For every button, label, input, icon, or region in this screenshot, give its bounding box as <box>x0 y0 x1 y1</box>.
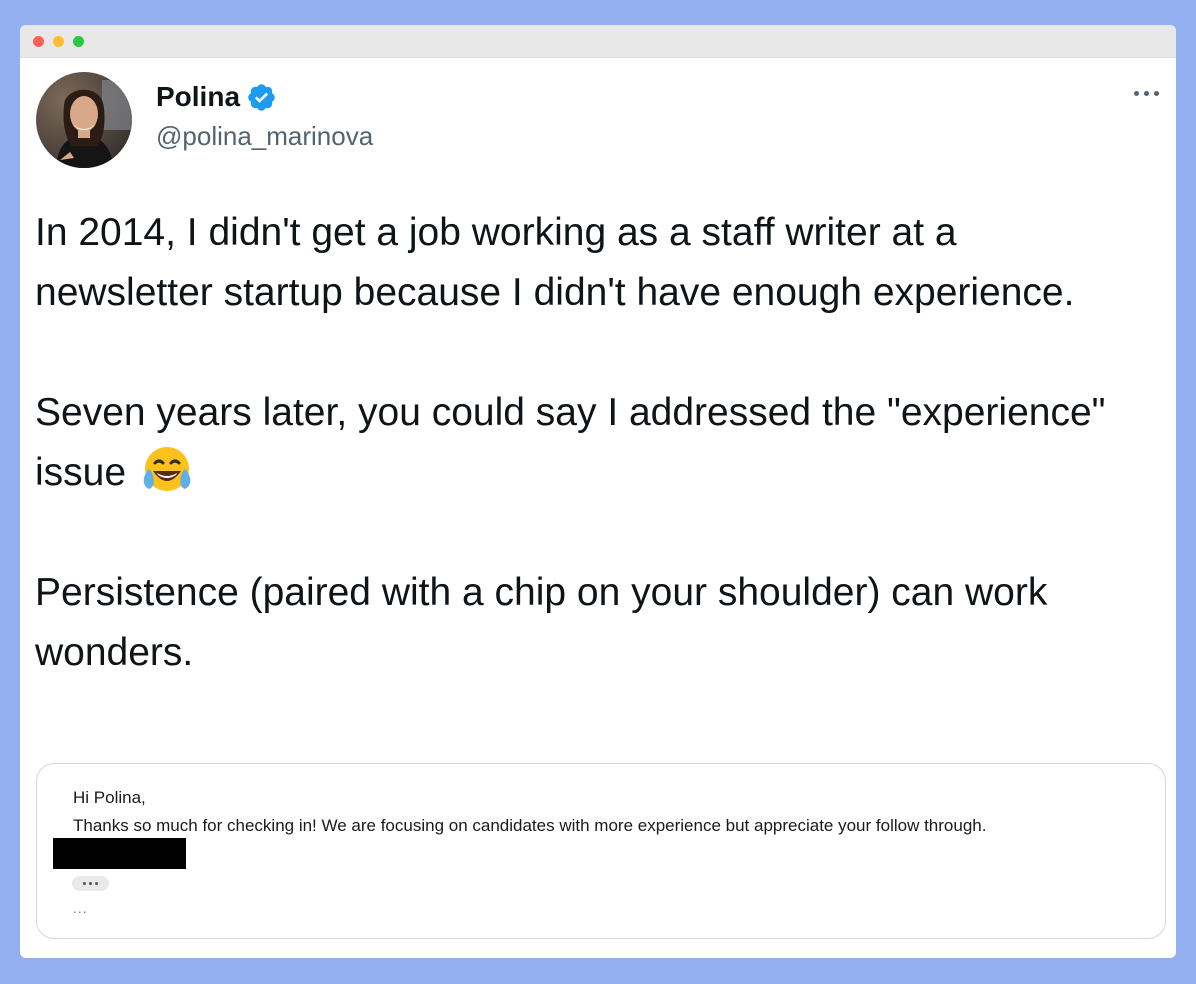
window-titlebar <box>20 25 1176 58</box>
expand-quoted-text-icon <box>72 876 109 891</box>
redaction-box <box>53 838 186 869</box>
tweet-paragraph: Persistence (paired with a chip on your … <box>35 571 1048 674</box>
display-name-text[interactable]: Polina <box>156 81 240 113</box>
verified-badge-icon <box>246 82 277 113</box>
more-options-icon[interactable] <box>1128 83 1164 103</box>
maximize-window-button[interactable] <box>73 36 84 47</box>
browser-window: Polina @polina_marinova In 2014, I didn'… <box>20 25 1176 958</box>
email-trailing: ... <box>73 900 88 916</box>
tweet-paragraph: In 2014, I didn't get a job working as a… <box>35 211 1075 314</box>
author-name[interactable]: Polina <box>156 81 277 113</box>
author-handle[interactable]: @polina_marinova <box>156 121 373 152</box>
email-body: Thanks so much for checking in! We are f… <box>73 816 987 835</box>
avatar[interactable] <box>36 72 132 168</box>
tweet-paragraph-2: Seven years later, you could say I addre… <box>35 383 1145 503</box>
minimize-window-button[interactable] <box>53 36 64 47</box>
close-window-button[interactable] <box>33 36 44 47</box>
email-greeting: Hi Polina, <box>73 788 146 807</box>
attached-email-image[interactable]: Hi Polina, Thanks so much for checking i… <box>36 763 1166 939</box>
tweet-text: In 2014, I didn't get a job working as a… <box>35 203 1145 683</box>
tweet-paragraph-text: Seven years later, you could say I addre… <box>35 391 1106 494</box>
tears-of-joy-emoji-icon <box>139 443 195 499</box>
